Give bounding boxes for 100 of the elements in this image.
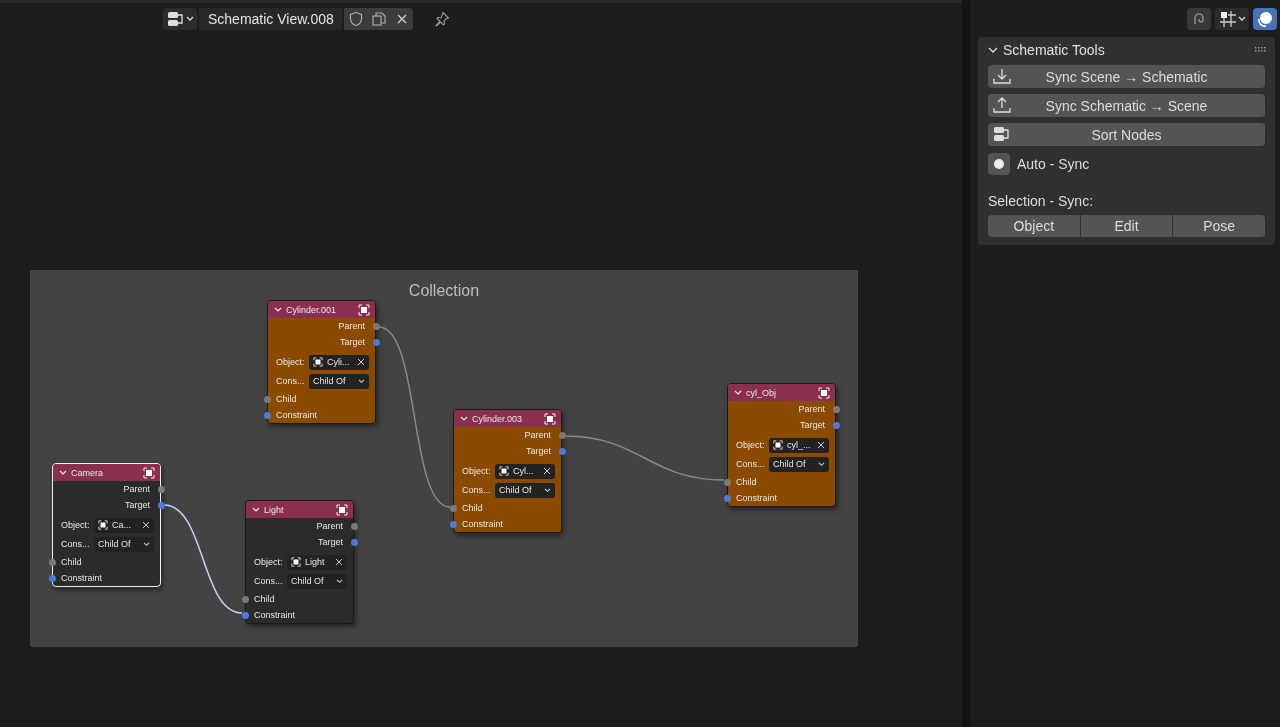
- node-tree-name-field[interactable]: Schematic View.008: [199, 8, 342, 30]
- object-name: Cyli...: [327, 357, 351, 367]
- socket-dot[interactable]: [832, 405, 840, 413]
- socket-label: Target: [800, 420, 825, 430]
- chevron-icon[interactable]: [252, 506, 260, 513]
- chevron-icon[interactable]: [59, 469, 67, 476]
- chevron-icon[interactable]: [460, 415, 468, 422]
- socket-dot[interactable]: [723, 494, 731, 502]
- object-field[interactable]: Light: [287, 554, 347, 570]
- clear-icon[interactable]: [543, 467, 551, 475]
- snap-dropdown[interactable]: [1215, 8, 1249, 30]
- object-icon: [336, 503, 348, 516]
- gizmo-toggle[interactable]: [1187, 8, 1211, 30]
- mode-toggle[interactable]: Edit: [1080, 215, 1173, 237]
- shield-icon: [347, 11, 364, 27]
- chevron-icon[interactable]: [274, 306, 282, 313]
- node-title: Cylinder.001: [286, 304, 338, 315]
- socket-label: Constraint: [462, 519, 504, 529]
- tool-button[interactable]: Sync Scene → Schematic: [988, 65, 1265, 88]
- constraint-dropdown[interactable]: Child Of: [287, 573, 347, 589]
- socket-dot[interactable]: [241, 595, 249, 603]
- chevron-icon[interactable]: [988, 46, 998, 54]
- clear-icon[interactable]: [142, 521, 150, 529]
- socket-dot[interactable]: [723, 478, 731, 486]
- socket-dot[interactable]: [157, 485, 165, 493]
- field-label: Object:: [462, 466, 492, 476]
- sphere-icon: [1256, 10, 1274, 28]
- socket-dot[interactable]: [241, 611, 249, 619]
- chevron-icon[interactable]: [734, 389, 742, 396]
- socket-label: Constraint: [736, 493, 778, 503]
- constraint-dropdown[interactable]: Child Of: [495, 482, 555, 498]
- dropdown-value: Child Of: [313, 376, 347, 386]
- socket-label: Parent: [798, 404, 825, 414]
- object-name: Ca...: [112, 520, 132, 530]
- socket-label: Target: [318, 537, 343, 547]
- close-icon: [395, 13, 408, 25]
- object-icon: [818, 386, 830, 399]
- socket-dot[interactable]: [449, 520, 457, 528]
- overlay-toggle[interactable]: [1253, 8, 1277, 30]
- caret-icon: [185, 16, 194, 22]
- field-label: Object:: [61, 520, 91, 530]
- socket-label: Constraint: [254, 610, 296, 620]
- mode-toggle[interactable]: Pose: [1173, 215, 1265, 237]
- constraint-dropdown[interactable]: Child Of: [769, 456, 829, 472]
- socket-dot[interactable]: [263, 395, 271, 403]
- tool-button[interactable]: Sort Nodes: [988, 123, 1265, 146]
- upload-icon: [993, 97, 1011, 113]
- object-field[interactable]: Cyl...: [495, 463, 555, 479]
- node-title: cyl_Obj: [746, 387, 777, 398]
- socket-label: Target: [526, 446, 551, 456]
- socket-dot[interactable]: [48, 558, 56, 566]
- socket-dot[interactable]: [832, 421, 840, 429]
- editor-type-button[interactable]: [163, 8, 197, 30]
- caret-icon: [818, 461, 825, 467]
- socket-label: Child: [254, 594, 275, 604]
- field-label: Cons...: [736, 459, 766, 469]
- object-icon: [773, 440, 783, 450]
- socket-label: Constraint: [276, 410, 318, 420]
- socket-label: Target: [125, 500, 150, 510]
- clear-icon[interactable]: [335, 558, 343, 566]
- socket-dot[interactable]: [372, 338, 380, 346]
- socket-label: Parent: [123, 484, 150, 494]
- dropdown-value: Child Of: [291, 576, 325, 586]
- caret-icon: [143, 541, 150, 547]
- object-field[interactable]: cyl_...: [769, 437, 829, 453]
- grip-icon[interactable]: [1255, 47, 1267, 53]
- socket-label: Target: [340, 337, 365, 347]
- mode-toggle[interactable]: Object: [988, 215, 1080, 237]
- field-label: Cons...: [462, 485, 492, 495]
- caret-icon: [544, 487, 551, 493]
- toggle-checkbox[interactable]: [988, 152, 1010, 175]
- object-icon: [358, 303, 370, 316]
- node-title: Camera: [71, 467, 104, 478]
- object-name: Cyl...: [513, 466, 535, 476]
- socket-dot[interactable]: [263, 411, 271, 419]
- socket-label: Child: [61, 557, 82, 567]
- clear-icon[interactable]: [357, 358, 365, 366]
- field-label: Object:: [276, 357, 306, 367]
- socket-dot[interactable]: [48, 574, 56, 582]
- socket-dot[interactable]: [350, 522, 358, 530]
- field-label: Object:: [254, 557, 284, 567]
- socket-dot[interactable]: [372, 322, 380, 330]
- field-label: Cons...: [276, 376, 306, 386]
- object-field[interactable]: Ca...: [94, 517, 154, 533]
- socket-dot[interactable]: [558, 447, 566, 455]
- socket-dot[interactable]: [449, 504, 457, 512]
- dropdown-value: Child Of: [499, 485, 533, 495]
- socket-dot[interactable]: [350, 538, 358, 546]
- clear-icon[interactable]: [817, 441, 825, 449]
- socket-dot[interactable]: [157, 501, 165, 509]
- constraint-dropdown[interactable]: Child Of: [309, 373, 369, 389]
- duplicate-icon: [370, 11, 387, 27]
- socket-label: Child: [462, 503, 483, 513]
- node-title: Cylinder.003: [472, 413, 524, 424]
- object-field[interactable]: Cyli...: [309, 354, 369, 370]
- tool-button[interactable]: Sync Schematic → Scene: [988, 94, 1265, 117]
- socket-label: Parent: [338, 321, 365, 331]
- socket-dot[interactable]: [558, 431, 566, 439]
- object-icon: [98, 520, 108, 530]
- constraint-dropdown[interactable]: Child Of: [94, 536, 154, 552]
